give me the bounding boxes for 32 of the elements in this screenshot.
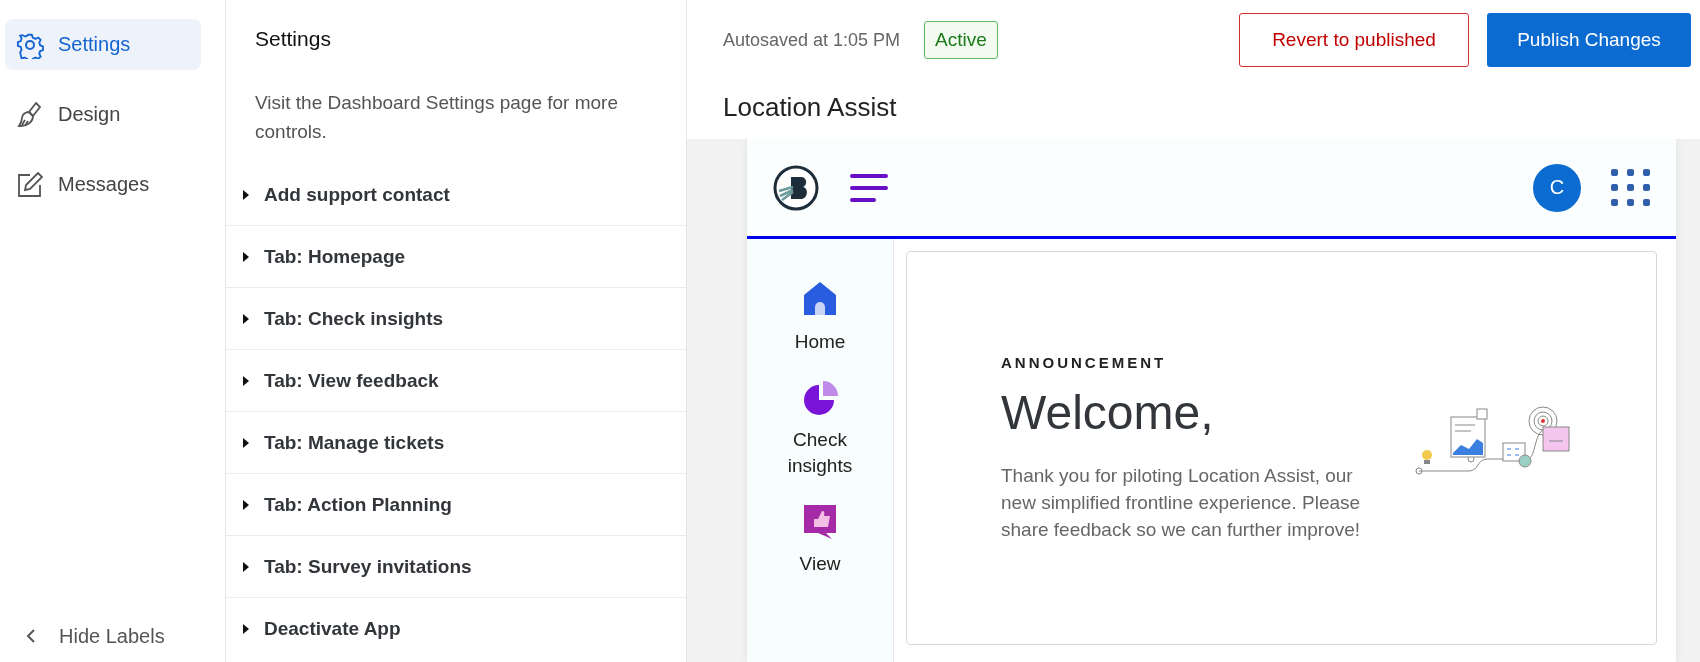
autosave-status: Autosaved at 1:05 PM [723, 29, 901, 51]
accordion-item[interactable]: Add support contact [226, 164, 686, 226]
accordion-item[interactable]: Tab: Manage tickets [226, 412, 686, 474]
preview-nav-item[interactable]: View [765, 501, 875, 577]
nav-item[interactable]: Settings [5, 19, 201, 70]
accordion-item[interactable]: Tab: View feedback [226, 350, 686, 412]
menu-icon [849, 171, 889, 204]
nav-item[interactable]: Messages [5, 159, 201, 210]
publish-button[interactable]: Publish Changes [1487, 13, 1691, 67]
chevron-left-icon [25, 628, 37, 644]
edit-icon [16, 170, 44, 199]
preview-nav-item[interactable]: Home [765, 279, 875, 355]
nav-item[interactable]: Design [5, 89, 201, 140]
brush-icon [16, 100, 44, 129]
hide-labels-button[interactable]: Hide Labels [5, 612, 225, 662]
accordion-item[interactable]: Tab: Survey invitations [226, 536, 686, 598]
accordion-item[interactable]: Tab: Action Planning [226, 474, 686, 536]
announcement-body: Thank you for piloting Location Assist, our new simplified frontline experience. Please share feedback so we can further improve! [1001, 463, 1362, 542]
status-badge: Active [924, 21, 998, 59]
logo-icon [773, 164, 819, 211]
panel-title: Settings [254, 26, 332, 48]
accordion-item[interactable]: Deactivate App [226, 598, 686, 659]
avatar[interactable]: C [1533, 163, 1581, 212]
panel-description: Visit the Dashboard Settings page for more controls. [254, 91, 619, 144]
accordion-item[interactable]: Tab: Homepage [226, 226, 686, 288]
app-grid-icon [1611, 168, 1650, 207]
preview-nav-item[interactable]: Check insights [765, 377, 875, 479]
accordion-item[interactable]: Tab: Check insights [226, 288, 686, 350]
announcement-heading: Welcome, [1001, 384, 1215, 440]
revert-button[interactable]: Revert to published [1239, 13, 1469, 67]
page-title: Location Assist [722, 91, 898, 124]
announcement-label: ANNOUNCEMENT [1001, 353, 1168, 371]
